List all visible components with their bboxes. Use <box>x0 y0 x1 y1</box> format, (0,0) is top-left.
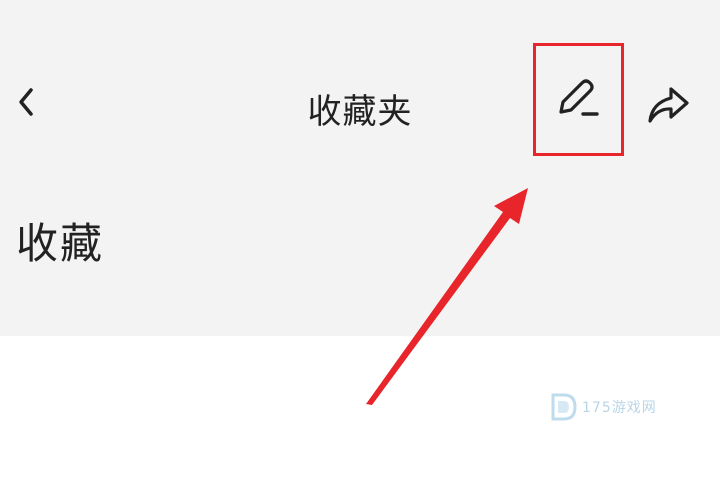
edit-button[interactable] <box>533 43 624 156</box>
top-region: 收藏夹 收藏 <box>0 0 720 336</box>
app-screen: 收藏夹 收藏 175游戏网 <box>0 0 720 484</box>
status-bar <box>0 0 720 18</box>
watermark-logo-icon <box>551 393 577 421</box>
back-button[interactable] <box>10 82 42 122</box>
pencil-icon <box>558 78 599 116</box>
watermark: 175游戏网 <box>550 390 680 424</box>
navigation-header: 收藏夹 <box>0 40 720 170</box>
watermark-text: 175游戏网 <box>582 400 657 416</box>
share-arrow-icon <box>648 87 689 123</box>
section-title: 收藏 <box>16 219 105 268</box>
chevron-left-icon <box>19 88 33 116</box>
share-button[interactable] <box>642 80 694 130</box>
